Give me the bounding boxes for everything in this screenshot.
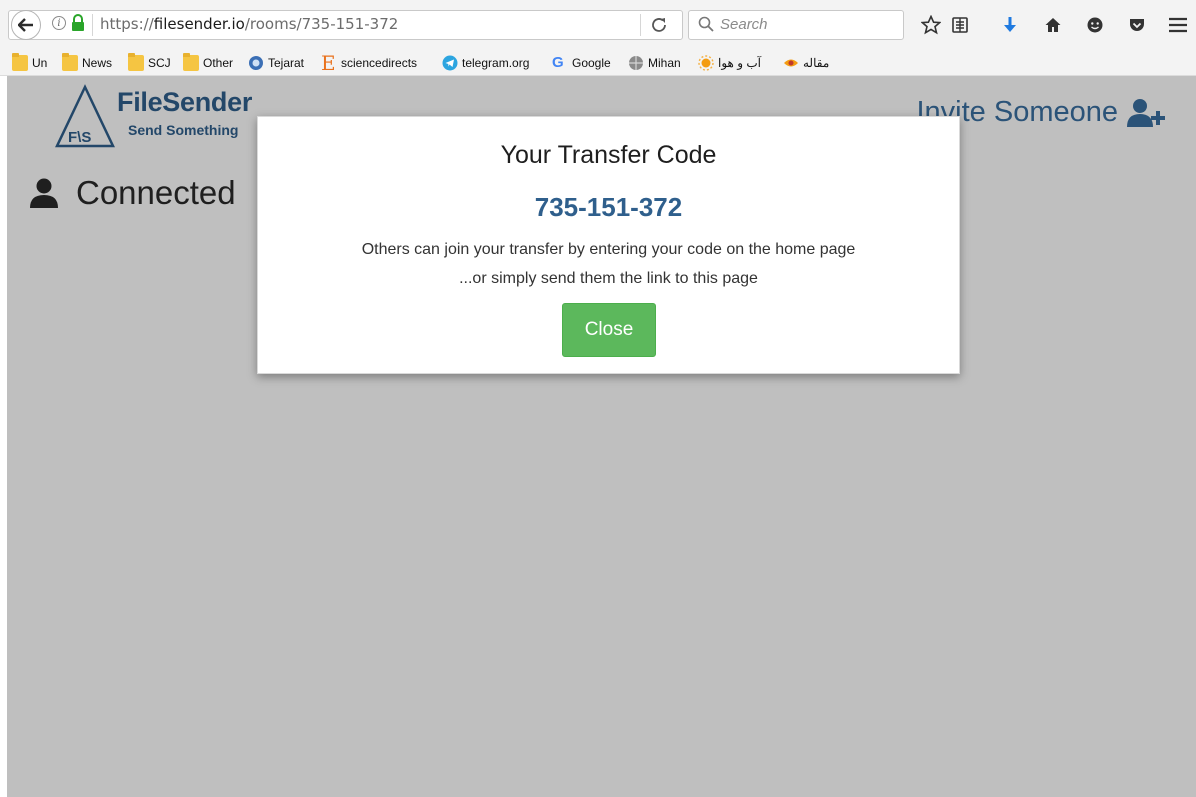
google-icon: G: [552, 54, 564, 71]
url-path: /rooms/735-151-372: [244, 15, 399, 33]
bookmark-label: Tejarat: [268, 56, 305, 70]
download-icon[interactable]: [997, 12, 1023, 38]
back-arrow-icon: [18, 18, 33, 32]
back-button[interactable]: [11, 10, 41, 40]
url-host: filesender.io: [153, 15, 245, 33]
bookmark-label: Mihan: [648, 56, 681, 70]
bookmark-star-icon[interactable]: [918, 12, 944, 38]
bookmark-item[interactable]: آب و هوا: [698, 54, 761, 72]
bookmark-item[interactable]: E sciencedirects: [321, 51, 418, 75]
home-icon[interactable]: [1040, 12, 1066, 38]
bookmark-item[interactable]: مقاله: [783, 54, 829, 72]
url-separator: [640, 14, 641, 36]
folder-icon: [183, 53, 199, 71]
search-icon: [698, 16, 714, 32]
globe-icon: [629, 56, 643, 70]
bookmark-item[interactable]: telegram.org: [442, 54, 529, 72]
bookmark-item[interactable]: G Google: [552, 54, 611, 72]
bookmark-item[interactable]: Mihan: [628, 54, 681, 72]
url-separator: [92, 14, 93, 36]
folder-icon: [62, 53, 78, 71]
menu-icon[interactable]: [1165, 12, 1191, 38]
modal-description-secondary: ...or simply send them the link to this …: [459, 270, 758, 287]
eye-icon: [784, 59, 798, 67]
bookmark-label: SCJ: [148, 56, 171, 70]
modal-title: Your Transfer Code: [500, 141, 717, 169]
bookmark-item[interactable]: Tejarat: [248, 54, 304, 72]
lock-icon: [72, 14, 84, 31]
url-scheme: https://: [100, 15, 154, 33]
bookmark-label: sciencedirects: [341, 56, 418, 70]
bookmark-label: Google: [572, 56, 611, 70]
transfer-code: 735-151-372: [534, 192, 683, 222]
bookmark-label: News: [82, 56, 113, 70]
bookmark-item[interactable]: News: [62, 53, 113, 72]
bookmark-item[interactable]: Other: [183, 53, 234, 72]
browser-toolbar: i https://filesender.io/rooms/735-151-37…: [0, 0, 1196, 50]
reload-icon[interactable]: [648, 14, 672, 36]
transfer-code-modal: Your Transfer Code 735-151-372 Others ca…: [257, 116, 960, 374]
bookmark-label: Un: [32, 56, 48, 70]
close-button[interactable]: Close: [562, 303, 656, 357]
bookmark-label: Other: [203, 56, 234, 70]
folder-icon: [12, 53, 28, 71]
reading-list-icon[interactable]: [947, 12, 973, 38]
hello-icon[interactable]: [1082, 12, 1108, 38]
search-placeholder: Search: [720, 16, 768, 33]
sun-icon: [698, 55, 714, 71]
bookmark-label: مقاله: [803, 56, 830, 70]
url-text[interactable]: https://filesender.io/rooms/735-151-372: [100, 15, 398, 33]
bookmark-label: telegram.org: [462, 56, 530, 70]
folder-icon: [128, 53, 144, 71]
bookmark-label: آب و هوا: [718, 56, 761, 70]
bookmark-item[interactable]: SCJ: [128, 53, 171, 72]
info-icon[interactable]: i: [52, 16, 66, 30]
elsevier-icon: E: [321, 51, 336, 75]
pocket-icon[interactable]: [1124, 12, 1150, 38]
modal-description: Others can join your transfer by enterin…: [361, 241, 856, 258]
bookmark-item[interactable]: Un: [12, 53, 48, 72]
telegram-icon: [442, 55, 458, 71]
globe-icon: [249, 56, 263, 70]
